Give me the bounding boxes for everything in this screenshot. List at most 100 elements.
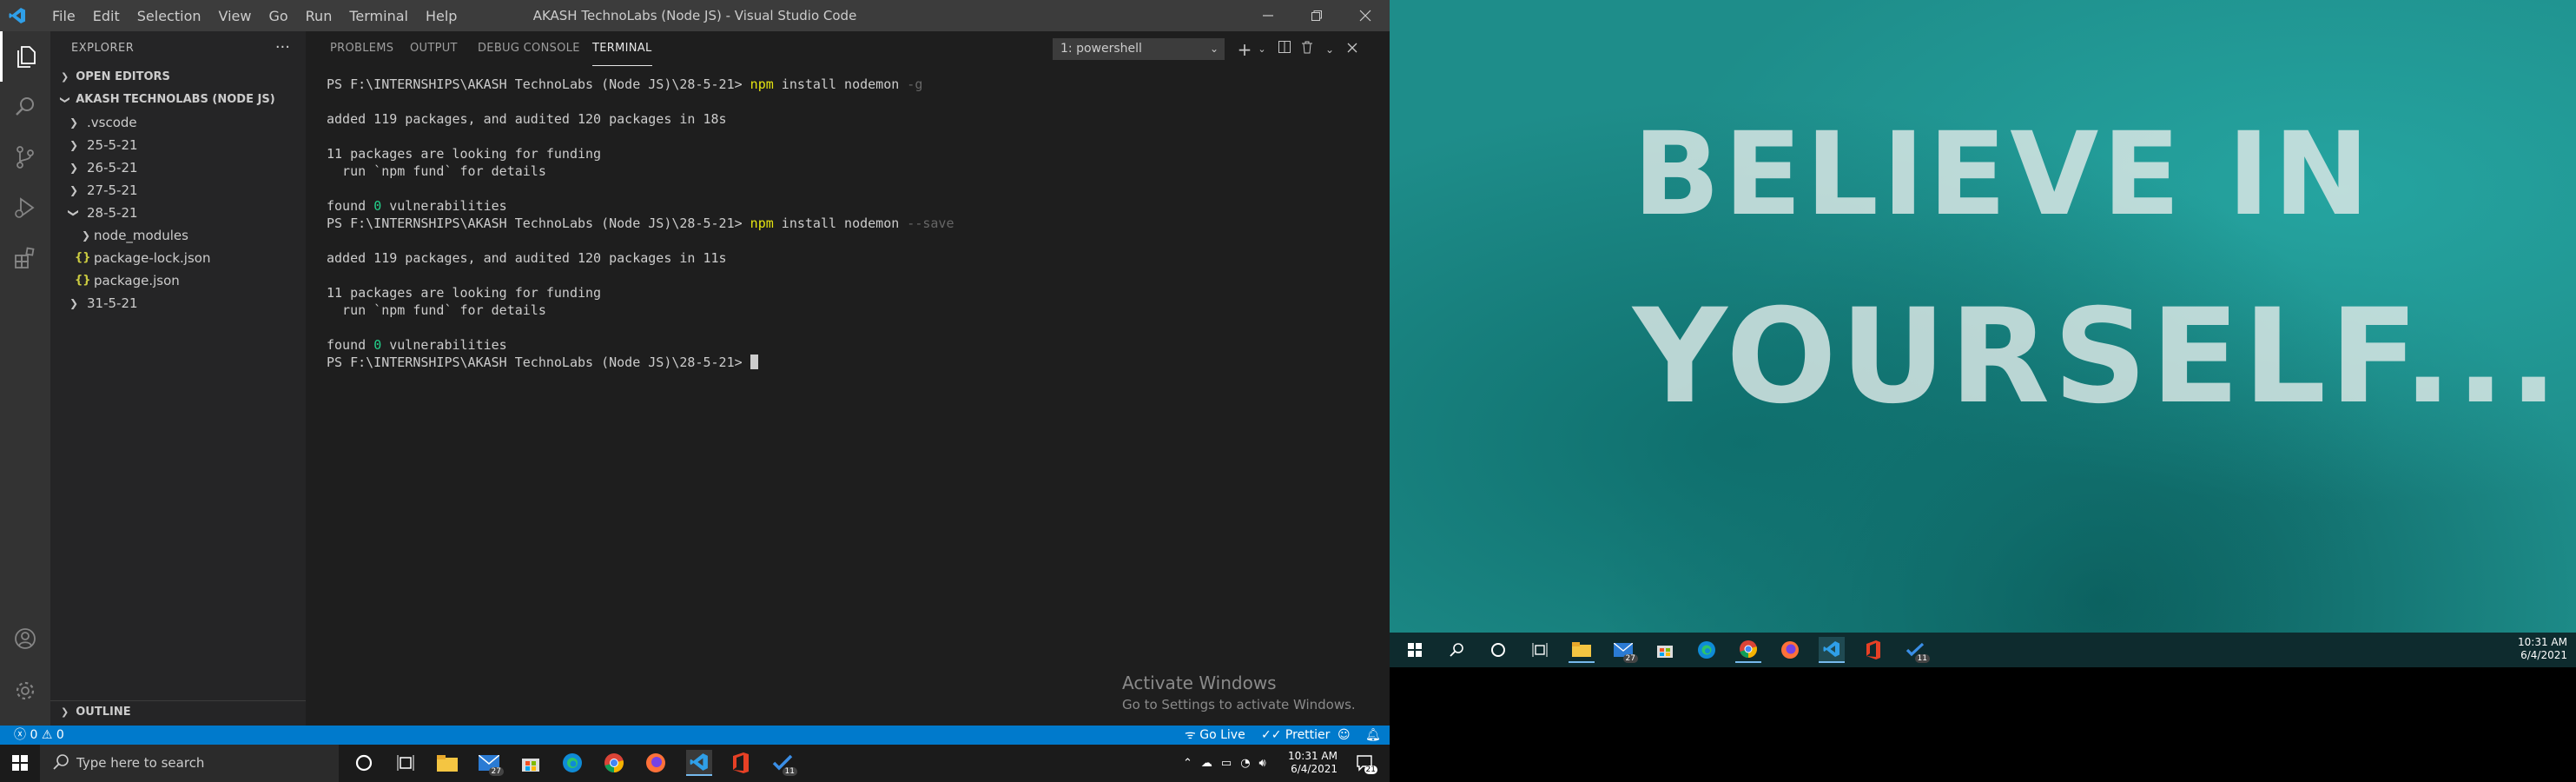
windows-start-icon[interactable]: [7, 750, 33, 776]
tree-item-vscode[interactable]: ❯ .vscode: [50, 111, 306, 134]
tree-item-package-json[interactable]: {} package.json: [50, 269, 306, 292]
terminal-output[interactable]: PS F:\INTERNSHIPS\AKASH TechnoLabs (Node…: [327, 76, 1369, 719]
tree-item-26-5-21[interactable]: ❯ 26-5-21: [50, 156, 306, 179]
chevron-down-icon: ❯: [68, 208, 80, 218]
more-actions-icon[interactable]: ···: [275, 38, 290, 56]
terminal-line: added 119 packages, and audited 120 pack…: [327, 250, 727, 266]
minimize-icon[interactable]: [1244, 0, 1292, 31]
chevron-up-icon[interactable]: ⌃: [1183, 757, 1192, 770]
tab-terminal[interactable]: TERMINAL: [592, 31, 652, 66]
chevron-right-icon: ❯: [61, 706, 69, 718]
firefox-icon[interactable]: [1777, 637, 1803, 663]
action-center-icon[interactable]: 21: [1351, 750, 1377, 776]
file-explorer-icon[interactable]: [434, 750, 460, 776]
store-icon[interactable]: [1652, 637, 1678, 663]
outline-header[interactable]: ❯ OUTLINE: [50, 700, 306, 723]
onedrive-cloud-icon[interactable]: ☁: [1201, 757, 1212, 770]
task-view-icon[interactable]: [393, 750, 419, 776]
task-view-icon[interactable]: [1527, 637, 1553, 663]
taskbar-clock[interactable]: 10:31 AM 6/4/2021: [2498, 636, 2567, 662]
vscode-taskbar-icon[interactable]: [686, 750, 712, 776]
problems-status[interactable]: ⓧ 0 ⚠ 0: [14, 726, 64, 745]
terminal-select[interactable]: 1: powershell ⌄: [1053, 38, 1225, 60]
tab-output[interactable]: OUTPUT: [410, 31, 458, 66]
chrome-icon[interactable]: [601, 750, 627, 776]
edge-browser-icon[interactable]: [1694, 637, 1720, 663]
office-icon[interactable]: [1860, 637, 1886, 663]
prettier-button[interactable]: ✓✓ Prettier: [1261, 726, 1330, 745]
project-folder-header[interactable]: ❯ AKASH TECHNOLABS (NODE JS): [50, 89, 306, 111]
mail-badge: 27: [1622, 654, 1638, 663]
vscode-taskbar-icon[interactable]: [1819, 637, 1845, 663]
menu-file[interactable]: File: [43, 8, 84, 24]
firefox-icon[interactable]: [643, 750, 669, 776]
menu-view[interactable]: View: [210, 8, 261, 24]
menu-edit[interactable]: Edit: [84, 8, 129, 24]
search-icon: [52, 753, 69, 774]
file-explorer-icon[interactable]: [1569, 637, 1595, 663]
menu-go[interactable]: Go: [260, 8, 296, 24]
explorer-icon[interactable]: [0, 31, 50, 82]
clock-time: 10:31 AM: [1288, 750, 1338, 762]
go-live-button[interactable]: ᯤ Go Live: [1185, 726, 1245, 745]
cortana-icon[interactable]: [1485, 637, 1511, 663]
chevron-right-icon: ❯: [61, 71, 69, 83]
tree-item-package-lock-json[interactable]: {} package-lock.json: [50, 247, 306, 269]
office-icon[interactable]: [728, 750, 754, 776]
extensions-icon[interactable]: [0, 233, 50, 283]
taskbar-search-box[interactable]: Type here to search: [40, 745, 339, 782]
windows-start-icon[interactable]: [1402, 637, 1428, 663]
tree-item-31-5-21[interactable]: ❯ 31-5-21: [50, 292, 306, 315]
explorer-title: EXPLORER: [71, 42, 135, 55]
settings-gear-icon[interactable]: [0, 666, 50, 716]
menu-help[interactable]: Help: [417, 8, 466, 24]
notification-count: 21: [1364, 765, 1377, 774]
tab-problems[interactable]: PROBLEMS: [330, 31, 393, 66]
menu-run[interactable]: Run: [297, 8, 341, 24]
terminal-line: PS F:\INTERNSHIPS\AKASH TechnoLabs (Node…: [327, 215, 954, 231]
terminal-line: PS F:\INTERNSHIPS\AKASH TechnoLabs (Node…: [327, 76, 923, 92]
battery-icon[interactable]: ▭: [1221, 757, 1232, 770]
split-terminal-icon[interactable]: [1275, 40, 1294, 59]
close-panel-icon[interactable]: [1343, 40, 1362, 59]
close-icon[interactable]: [1341, 0, 1390, 31]
tree-item-25-5-21[interactable]: ❯ 25-5-21: [50, 134, 306, 156]
tree-item-28-5-21[interactable]: ❯ 28-5-21: [50, 202, 306, 224]
source-control-icon[interactable]: [0, 132, 50, 182]
cortana-icon[interactable]: [351, 750, 377, 776]
tree-item-27-5-21[interactable]: ❯ 27-5-21: [50, 179, 306, 202]
new-terminal-plus-icon[interactable]: +: [1235, 40, 1254, 59]
terminal-line: 11 packages are looking for funding: [327, 146, 602, 162]
run-debug-icon[interactable]: [0, 182, 50, 233]
tab-debug-console[interactable]: DEBUG CONSOLE: [478, 31, 580, 66]
error-icon: ⓧ: [14, 728, 26, 742]
search-icon[interactable]: [0, 82, 50, 132]
menu-selection[interactable]: Selection: [129, 8, 210, 24]
menu-terminal[interactable]: Terminal: [340, 8, 417, 24]
restore-icon[interactable]: [1292, 0, 1341, 31]
todo-icon[interactable]: 11: [1902, 637, 1930, 663]
todo-icon[interactable]: 11: [769, 750, 797, 776]
mail-icon[interactable]: 27: [1610, 637, 1638, 663]
notifications-bell-icon[interactable]: 🔔︎: [1365, 726, 1381, 745]
terminal-cursor: [750, 355, 758, 369]
taskbar-clock[interactable]: 10:31 AM 6/4/2021: [1277, 750, 1338, 776]
feedback-icon[interactable]: ☺: [1338, 726, 1351, 745]
chevron-down-icon[interactable]: ⌄: [1252, 40, 1271, 59]
maximize-panel-chevron-icon[interactable]: ⌄: [1320, 40, 1339, 59]
chevron-down-icon: ❯: [59, 96, 71, 104]
network-icon[interactable]: ◔: [1240, 757, 1250, 770]
vscode-logo-icon[interactable]: [9, 7, 26, 24]
mail-icon[interactable]: 27: [476, 750, 504, 776]
chrome-icon[interactable]: [1735, 637, 1761, 663]
terminal-panel: PROBLEMS OUTPUT DEBUG CONSOLE TERMINAL 1…: [306, 31, 1390, 726]
clock-date: 6/4/2021: [2520, 649, 2567, 661]
store-icon[interactable]: [518, 750, 544, 776]
trash-icon[interactable]: [1298, 40, 1317, 59]
edge-browser-icon[interactable]: [559, 750, 585, 776]
open-editors-header[interactable]: ❯ OPEN EDITORS: [50, 66, 306, 89]
volume-icon[interactable]: 🔊︎: [1259, 757, 1266, 770]
search-icon[interactable]: [1443, 637, 1470, 663]
tree-item-node-modules[interactable]: ❯ node_modules: [50, 224, 306, 247]
accounts-icon[interactable]: [0, 613, 50, 664]
